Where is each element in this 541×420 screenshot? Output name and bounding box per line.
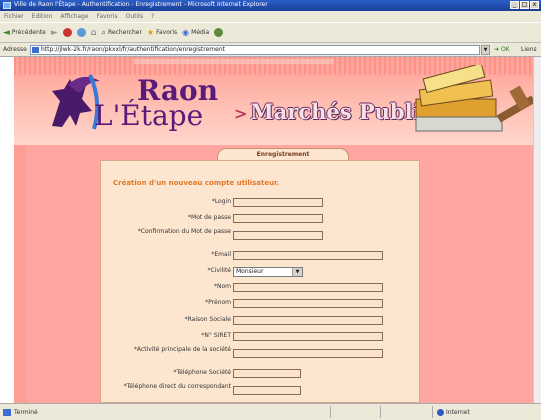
address-label: Adresse: [3, 46, 27, 53]
ie-icon: [3, 2, 11, 9]
activity-label: *Activité principale de la société: [133, 346, 231, 353]
firstname-field[interactable]: [233, 299, 383, 308]
media-icon: ◉: [182, 28, 190, 37]
address-bar: Adresse http://jlwk-2k.fr/raon/pkxxl/fr/…: [0, 43, 541, 57]
password-confirm-field[interactable]: [233, 231, 323, 240]
direct-phone-field[interactable]: [233, 386, 301, 395]
griffin-logo-icon: [52, 74, 100, 130]
star-icon: ★: [146, 28, 155, 37]
password-confirm-label: *Confirmation du Mot de passe: [137, 228, 231, 235]
email-field[interactable]: [233, 251, 383, 260]
books-gavel-icon: [415, 65, 536, 132]
site-banner: Raon L'Étape > Marchés Publics: [14, 57, 541, 145]
forward-arrow-icon: ►: [50, 27, 58, 38]
login-label: *Login: [211, 198, 231, 205]
activity-field[interactable]: [233, 349, 383, 358]
civility-value: Monsieur: [236, 268, 264, 275]
zone-text: Internet: [446, 409, 470, 416]
company-phone-field[interactable]: [233, 369, 301, 378]
menu-item-favorites[interactable]: Favoris: [97, 11, 118, 22]
back-button[interactable]: ◄ Précédente: [3, 28, 46, 38]
company-label: *Raison Sociale: [184, 316, 231, 323]
page-status-icon: [3, 409, 11, 416]
address-input[interactable]: http://jlwk-2k.fr/raon/pkxxl/fr/authenti…: [30, 45, 480, 55]
go-button[interactable]: ➜ OK: [494, 46, 510, 53]
menu-item-view[interactable]: Affichage: [60, 11, 88, 22]
menu-bar: Fichier Edition Affichage Favoris Outils…: [0, 11, 541, 22]
search-label: Rechercher: [107, 29, 142, 36]
history-button[interactable]: [214, 28, 224, 37]
logo-text-etape: L'Étape: [94, 99, 204, 132]
search-button[interactable]: ⌕ Rechercher: [101, 28, 141, 38]
login-field[interactable]: [233, 198, 323, 207]
civility-select[interactable]: Monsieur ▼: [233, 267, 303, 277]
go-label: OK: [500, 46, 510, 53]
window-titlebar: Ville de Raon l'Étape - Authentification…: [0, 0, 541, 11]
siret-label: *N° SIRET: [201, 332, 231, 339]
civility-label: *Civilité: [207, 267, 231, 274]
banner-decoration: [134, 59, 334, 64]
forward-button[interactable]: ►: [51, 28, 58, 38]
chevron-down-icon: ▼: [292, 268, 302, 276]
internet-zone-icon: [437, 409, 444, 416]
firstname-label: *Prénom: [205, 299, 231, 306]
menu-item-edit[interactable]: Edition: [32, 11, 53, 22]
registration-form: Création d'un nouveau compte utilisateur…: [100, 160, 420, 403]
back-arrow-icon: ◄: [3, 27, 10, 38]
page-left-strip: [14, 145, 26, 403]
address-url: http://jlwk-2k.fr/raon/pkxxl/fr/authenti…: [41, 46, 225, 53]
page-icon: [32, 47, 39, 53]
maximize-button[interactable]: □: [520, 1, 529, 9]
address-dropdown-button[interactable]: ▼: [481, 45, 490, 55]
status-separator: [432, 406, 433, 418]
lastname-field[interactable]: [233, 283, 383, 292]
status-separator: [330, 406, 331, 418]
stop-button[interactable]: [62, 28, 72, 37]
media-label: Média: [191, 29, 210, 36]
window-title: Ville de Raon l'Étape - Authentification…: [14, 1, 268, 8]
email-label: *Email: [211, 251, 231, 258]
refresh-button[interactable]: [76, 28, 86, 37]
home-icon: ⌂: [90, 27, 97, 38]
history-icon: [214, 28, 224, 37]
favorites-label: Favoris: [156, 29, 178, 36]
menu-item-tools[interactable]: Outils: [126, 11, 143, 22]
status-text: Terminé: [14, 409, 38, 416]
status-separator: [380, 406, 381, 418]
close-button[interactable]: x: [530, 1, 539, 9]
password-field[interactable]: [233, 214, 323, 223]
chevron-right-icon: >: [234, 104, 248, 123]
vertical-scrollbar[interactable]: [533, 57, 541, 403]
search-icon: ⌕: [101, 27, 106, 37]
status-bar: Terminé Internet: [0, 403, 541, 420]
browser-toolbar: ◄ Précédente ► ⌂ ⌕ Rechercher ★ Favoris …: [0, 22, 541, 43]
favorites-button[interactable]: ★ Favoris: [147, 28, 177, 37]
form-title: Création d'un nouveau compte utilisateur…: [113, 179, 280, 187]
company-field[interactable]: [233, 316, 383, 325]
refresh-icon: [76, 28, 86, 37]
password-label: *Mot de passe: [188, 214, 231, 221]
home-button[interactable]: ⌂: [91, 28, 97, 38]
page-content: Raon L'Étape > Marchés Publics Enregistre…: [0, 57, 541, 403]
direct-phone-label: *Téléphone direct du correspondant: [123, 383, 231, 390]
lastname-label: *Nom: [213, 283, 231, 290]
minimize-button[interactable]: _: [510, 1, 519, 9]
back-label: Précédente: [11, 29, 46, 36]
media-button[interactable]: ◉ Média: [182, 28, 209, 37]
stop-icon: [62, 28, 72, 37]
siret-field[interactable]: [233, 332, 383, 341]
menu-item-help[interactable]: ?: [151, 11, 154, 22]
company-phone-label: *Téléphone Société: [173, 369, 231, 376]
menu-item-file[interactable]: Fichier: [4, 11, 24, 22]
links-button[interactable]: Liens: [521, 46, 537, 53]
